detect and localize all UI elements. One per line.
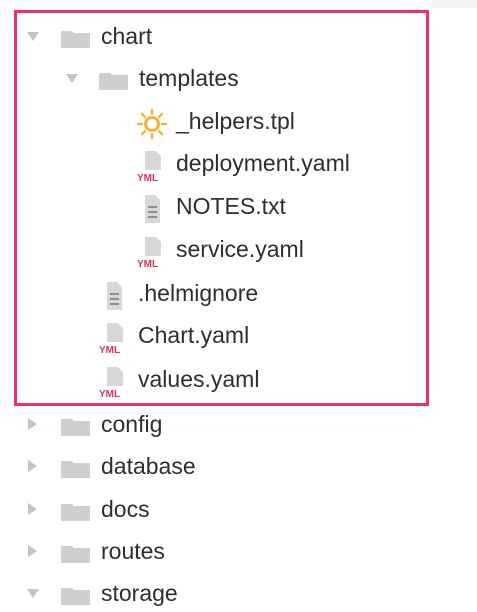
tree-item-label: config xyxy=(101,411,163,437)
tree-item-notes-txt[interactable]: NOTES.txt xyxy=(0,185,477,225)
chevron-right-icon[interactable] xyxy=(24,458,40,474)
tree-item-database[interactable]: database xyxy=(0,445,477,485)
tree-item-label: routes xyxy=(101,538,165,564)
text-file-icon xyxy=(107,282,122,310)
folder-icon xyxy=(61,461,90,478)
tree-item-service-yaml[interactable]: YML service.yaml xyxy=(0,228,477,268)
yml-badge: YML xyxy=(99,389,120,398)
folder-icon xyxy=(61,419,90,436)
folder-icon xyxy=(61,588,90,605)
folder-icon xyxy=(61,504,90,521)
tree-item-helpers-tpl[interactable]: _helpers.tpl xyxy=(0,100,477,140)
yml-badge: YML xyxy=(137,173,158,182)
yaml-file-icon: YML xyxy=(99,323,123,354)
text-file-icon xyxy=(145,195,160,223)
tree-item-label: docs xyxy=(101,496,150,522)
tree-item-label: service.yaml xyxy=(176,236,304,262)
chevron-right-icon[interactable] xyxy=(24,501,40,517)
tree-item-config[interactable]: config xyxy=(0,403,477,443)
folder-icon xyxy=(61,31,90,48)
tree-item-label: .helmignore xyxy=(138,280,259,306)
tree-item-label: database xyxy=(101,453,196,479)
chevron-down-icon[interactable] xyxy=(64,70,80,86)
chevron-down-icon[interactable] xyxy=(25,585,41,601)
yml-badge: YML xyxy=(137,259,158,268)
tree-item-chart-yaml[interactable]: YML Chart.yaml xyxy=(0,314,477,354)
tree-item-label: storage xyxy=(101,580,178,606)
chevron-right-icon[interactable] xyxy=(24,416,40,432)
tree-item-label: NOTES.txt xyxy=(176,193,286,219)
tree-item-label: deployment.yaml xyxy=(176,150,350,176)
tree-item-label: values.yaml xyxy=(138,366,260,392)
tree-item-helmignore[interactable]: .helmignore xyxy=(0,272,477,312)
tree-item-label: Chart.yaml xyxy=(138,322,250,348)
yml-badge: YML xyxy=(99,345,120,354)
chevron-right-icon[interactable] xyxy=(24,543,40,559)
tree-item-label: _helpers.tpl xyxy=(176,108,295,134)
yaml-file-icon: YML xyxy=(137,237,161,268)
tree-item-values-yaml[interactable]: YML values.yaml xyxy=(0,358,477,398)
tree-item-templates[interactable]: templates xyxy=(0,57,477,97)
helper-tpl-icon xyxy=(137,108,168,140)
tree-item-routes[interactable]: routes xyxy=(0,530,477,570)
folder-icon xyxy=(61,546,90,563)
folder-icon xyxy=(99,73,128,90)
tree-item-chart[interactable]: chart xyxy=(0,15,477,55)
window-edge xyxy=(432,0,477,8)
tree-item-label: templates xyxy=(139,65,239,91)
tree-item-storage[interactable]: storage xyxy=(0,572,477,612)
tree-item-label: chart xyxy=(101,23,153,49)
chevron-down-icon[interactable] xyxy=(25,28,41,44)
yaml-file-icon: YML xyxy=(137,151,161,182)
tree-item-docs[interactable]: docs xyxy=(0,488,477,528)
yaml-file-icon: YML xyxy=(99,367,123,398)
tree-item-deployment-yaml[interactable]: YML deployment.yaml xyxy=(0,142,477,182)
